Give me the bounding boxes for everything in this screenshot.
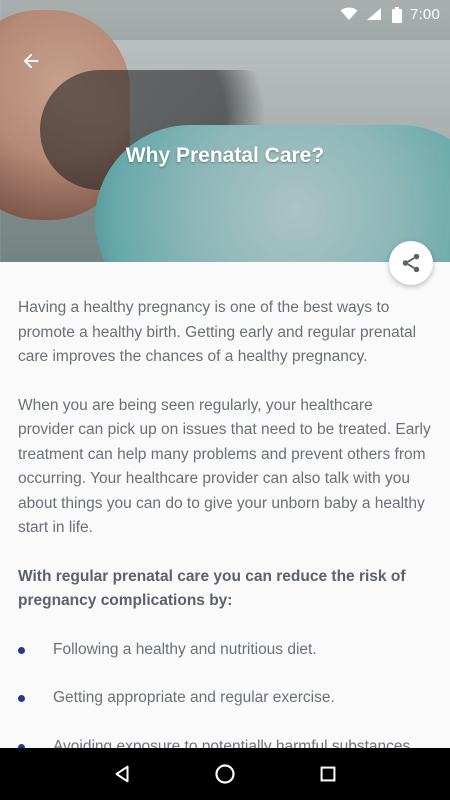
article-body: Having a healthy pregnancy is one of the… (18, 296, 432, 783)
list-item: Getting appropriate and regular exercise… (18, 686, 432, 711)
status-time: 7:00 (410, 5, 440, 23)
navigation-bar (0, 748, 450, 800)
complications-list: Following a healthy and nutritious diet.… (18, 638, 432, 760)
back-triangle-icon (115, 765, 129, 783)
list-item: Following a healthy and nutritious diet. (18, 638, 432, 663)
list-item-text: Following a healthy and nutritious diet. (53, 640, 317, 658)
battery-icon (392, 7, 402, 23)
home-circle-icon (215, 764, 235, 784)
nav-back-button[interactable] (100, 752, 144, 796)
share-icon (402, 253, 420, 273)
share-button[interactable] (389, 241, 433, 285)
hero-image (0, 0, 450, 262)
list-item-text: Getting appropriate and regular exercise… (53, 689, 335, 706)
bullet-icon (18, 646, 25, 654)
arrow-left-icon (23, 53, 39, 69)
nav-home-button[interactable] (203, 752, 247, 796)
wifi-icon (340, 7, 358, 21)
paragraph: Having a healthy pregnancy is one of the… (18, 299, 417, 365)
signal-icon (366, 7, 384, 21)
status-bar: 7:00 (0, 0, 450, 28)
nav-recents-button[interactable] (306, 752, 350, 796)
recents-square-icon (320, 766, 336, 782)
page-title: Why Prenatal Care? (125, 144, 325, 167)
back-button[interactable] (10, 40, 52, 82)
section-heading: With regular prenatal care you can reduc… (18, 567, 406, 610)
bullet-icon (18, 695, 25, 702)
hero-scrim (0, 0, 450, 262)
paragraph: When you are being seen regularly, your … (18, 396, 431, 537)
